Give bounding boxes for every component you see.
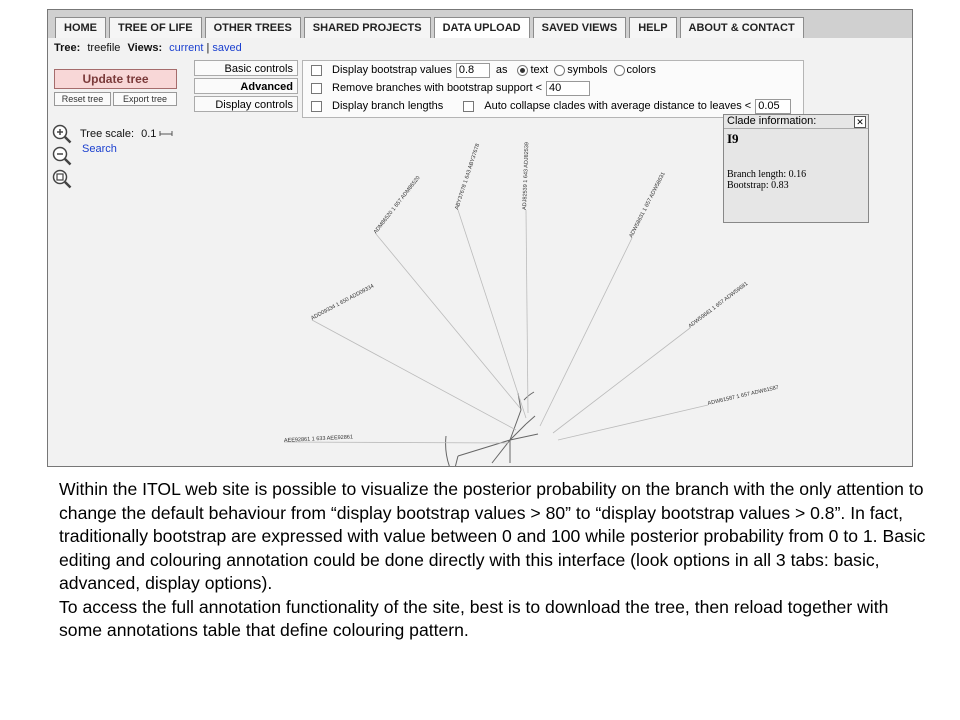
- phylogenetic-tree: ABY37678 1 643 ABY37678 ADJ82539 1 643 AD…: [284, 142, 779, 466]
- tree-branch: [457, 439, 511, 457]
- nav-tab-about-contact[interactable]: ABOUT & CONTACT: [679, 17, 804, 38]
- leaf-branch: [311, 319, 517, 431]
- nav-tab-tree-of-life[interactable]: TREE OF LIFE: [109, 17, 202, 38]
- leaf-branch: [552, 327, 691, 434]
- clade-info-header: Clade information: ✕: [724, 115, 868, 129]
- leaf-branch: [525, 209, 529, 414]
- leaf-branch: [557, 404, 709, 441]
- tree-branch: [509, 433, 539, 441]
- nav-tab-saved-views[interactable]: SAVED VIEWS: [532, 17, 627, 38]
- nav-tab-home[interactable]: HOME: [55, 17, 106, 38]
- tree-branch: [491, 439, 511, 464]
- tree-branch: [525, 415, 536, 425]
- nav-tab-data-upload[interactable]: DATA UPLOAD: [433, 17, 530, 38]
- nav-tab-other-trees[interactable]: OTHER TREES: [204, 17, 301, 38]
- clade-bootstrap: Bootstrap: 0.83: [727, 180, 789, 191]
- top-navigation-bar: HOME TREE OF LIFE OTHER TREES SHARED PROJEC…: [48, 10, 912, 39]
- caption-text: Within the ITOL web site is possible to …: [59, 478, 929, 643]
- tree-control-panel: Tree: treefile Views: current | saved Up…: [48, 38, 912, 466]
- clade-information-popup: Clade information: ✕ I9 Branch length: 0…: [723, 114, 869, 223]
- tree-branch: [523, 391, 535, 401]
- leaf-label[interactable]: ADW59681 1 657 ADW59681: [688, 281, 750, 330]
- close-icon[interactable]: ✕: [854, 116, 866, 128]
- caption-paragraph-2: To access the full annotation functional…: [59, 596, 889, 641]
- nav-tabs: HOME TREE OF LIFE OTHER TREES SHARED PROJEC…: [55, 17, 807, 38]
- leaf-label[interactable]: ADW61587 1 657 ADW61587: [707, 385, 779, 407]
- tree-branch: [445, 435, 450, 466]
- leaf-label[interactable]: ADJ82539 1 643 ADJ82539: [522, 142, 530, 210]
- clade-branch-length: Branch length: 0.16: [727, 169, 807, 180]
- leaf-label[interactable]: ADD09334 1 650 ADD09334: [310, 283, 375, 321]
- caption-paragraph-1: Within the ITOL web site is possible to …: [59, 479, 926, 593]
- itol-screenshot: HOME TREE OF LIFE OTHER TREES SHARED PROJEC…: [47, 9, 913, 467]
- leaf-branch: [375, 233, 521, 409]
- leaf-branch: [457, 209, 527, 419]
- leaf-label[interactable]: ADM86520 1 657 ADM86520: [373, 175, 422, 235]
- leaf-branch: [539, 237, 633, 427]
- nav-tab-shared-projects[interactable]: SHARED PROJECTS: [303, 17, 431, 38]
- tree-branch: [509, 423, 527, 441]
- tree-branch: [509, 409, 522, 441]
- clade-name: I9: [727, 131, 739, 146]
- leaf-label[interactable]: ADW58631 1 657 ADW58631: [628, 171, 666, 239]
- leaf-label[interactable]: ABY37678 1 643 ABY37678: [454, 143, 481, 211]
- tree-branch: [454, 455, 459, 466]
- clade-info-title: Clade information:: [727, 115, 817, 127]
- nav-tab-help[interactable]: HELP: [629, 17, 677, 38]
